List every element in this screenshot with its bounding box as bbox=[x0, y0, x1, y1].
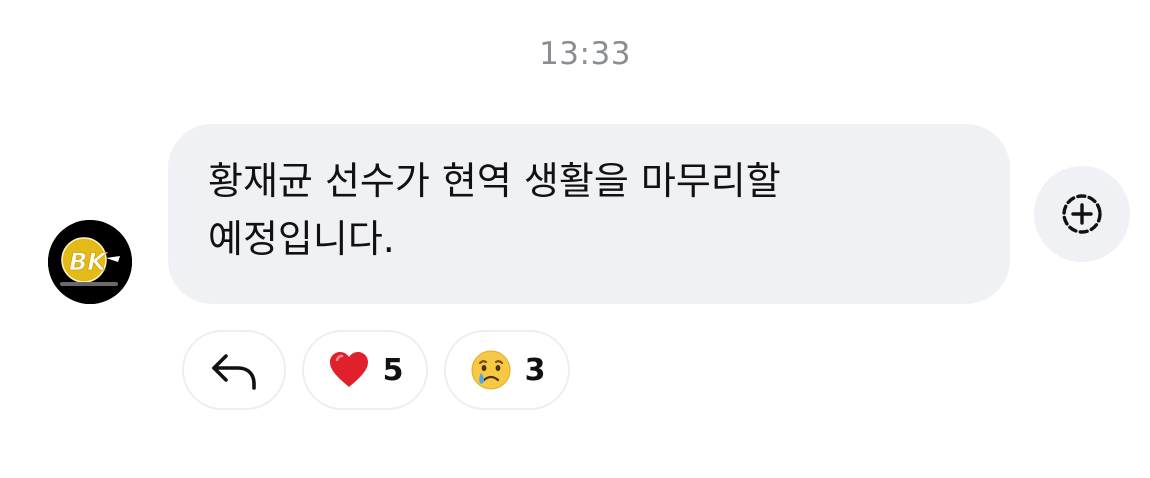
message-bubble[interactable]: 황재균 선수가 현역 생활을 마무리할 예정입니다. bbox=[168, 124, 1010, 304]
heart-emoji-icon bbox=[329, 352, 368, 387]
reaction-count: 5 bbox=[382, 352, 404, 388]
reaction-heart[interactable]: 5 bbox=[302, 330, 428, 410]
message-timestamp: 13:33 bbox=[539, 36, 631, 72]
baseballkorea-logo: BK bbox=[48, 220, 132, 304]
reaction-crying-face[interactable]: 3 bbox=[444, 330, 570, 410]
sender-avatar[interactable]: BK bbox=[48, 220, 132, 304]
add-reaction-icon bbox=[1062, 194, 1102, 234]
svg-text:BK: BK bbox=[69, 248, 108, 276]
crying-face-emoji-icon bbox=[471, 350, 511, 390]
reply-arrow-icon bbox=[212, 354, 256, 390]
message-text: 황재균 선수가 현역 생활을 마무리할 예정입니다. bbox=[208, 159, 781, 261]
chat-thread: 13:33 BK 황재균 선수가 현역 생활을 마무리할 예정입니다. 5 3 bbox=[0, 0, 1150, 478]
reply-button[interactable] bbox=[182, 330, 286, 410]
add-reaction-button[interactable] bbox=[1034, 166, 1130, 262]
reaction-count: 3 bbox=[524, 352, 546, 388]
